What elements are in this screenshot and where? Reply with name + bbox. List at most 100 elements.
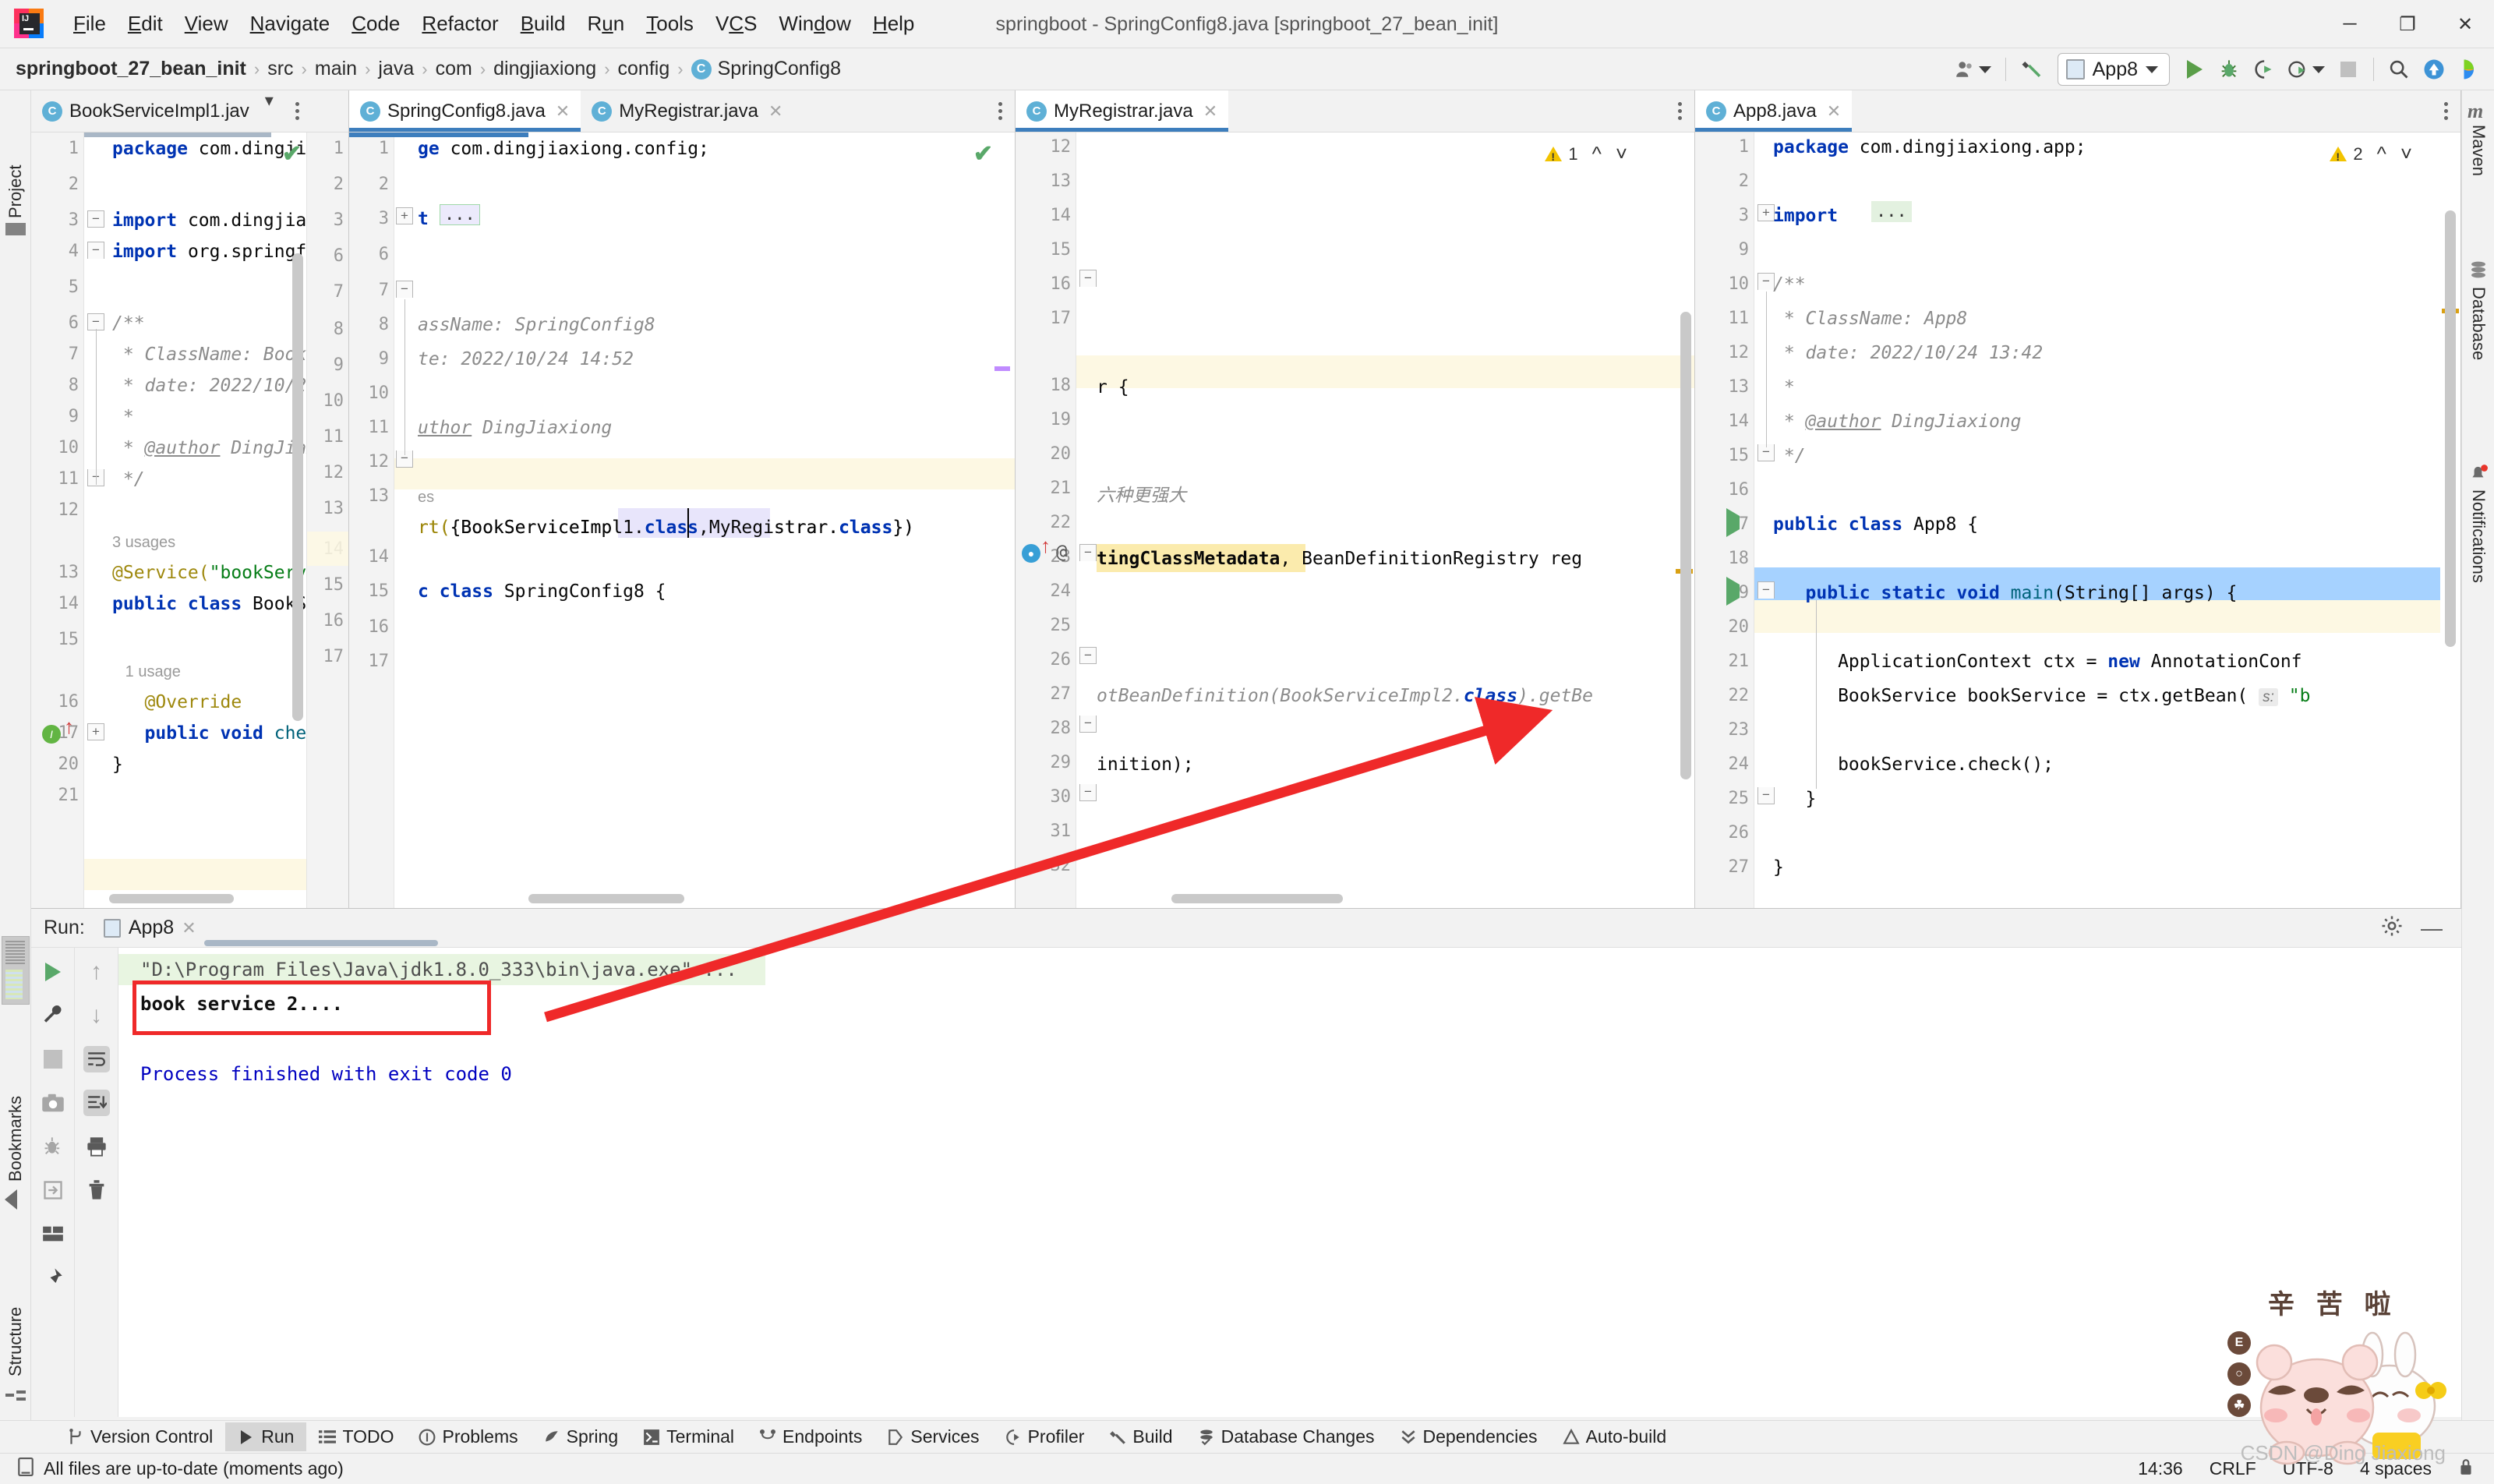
implementing-method-gutter-icon[interactable]: I (42, 725, 61, 744)
editor-scrollbar-horizontal[interactable] (109, 894, 234, 903)
fold-marker[interactable]: − (1079, 784, 1097, 801)
sidebar-item-bookmarks[interactable]: Bookmarks (0, 1026, 31, 1182)
prev-problem-icon[interactable]: ^ (2377, 142, 2386, 166)
fold-marker[interactable]: − (1079, 544, 1097, 561)
editor-scrollbar-vertical[interactable] (1680, 312, 1691, 779)
run-minimize-icon[interactable]: — (2421, 916, 2443, 941)
fold-marker[interactable]: + (396, 207, 413, 224)
chevron-down-icon[interactable]: ▾ (260, 90, 278, 132)
menu-file[interactable]: FFileile (62, 7, 117, 41)
sidebar-item-project[interactable]: Project (0, 101, 31, 218)
fold-marker[interactable]: − (87, 242, 104, 259)
code-editor-1[interactable]: 1 2 3 4 5 6 7 8 9 10 11 12 13 14 15 16 1 (31, 132, 348, 908)
breadcrumb-dingjiaxiong[interactable]: dingjiaxiong (493, 58, 596, 80)
next-problem-icon[interactable]: ˅ (1616, 142, 1627, 166)
editor-tab-myregistrar-active[interactable]: C MyRegistrar.java ✕ (1016, 90, 1229, 132)
breadcrumb-com[interactable]: com (436, 58, 472, 80)
editor-scrollbar-horizontal[interactable] (1171, 894, 1343, 903)
fold-marker[interactable]: − (87, 313, 104, 330)
editor-tab-bookserviceimpl1[interactable]: C BookServiceImpl1.jav (31, 90, 260, 132)
inspection-warning-widget[interactable]: 2 ^ ˅ (2330, 142, 2412, 166)
menu-vcs[interactable]: VCS (705, 7, 768, 41)
bottom-item-services[interactable]: Services (874, 1422, 991, 1451)
export-icon[interactable] (40, 1177, 66, 1203)
fold-marker[interactable]: − (396, 281, 413, 298)
menu-help[interactable]: Help (862, 7, 925, 41)
close-icon[interactable]: ✕ (1827, 101, 1841, 122)
menu-edit[interactable]: Edit (117, 7, 174, 41)
fold-marker[interactable]: + (1757, 204, 1775, 221)
run-tab-app8[interactable]: App8 ✕ (97, 913, 203, 942)
sidebar-item-structure[interactable]: Structure (0, 1236, 31, 1376)
menu-refactor[interactable]: Refactor (411, 7, 509, 41)
bottom-item-dependencies[interactable]: Dependencies (1387, 1422, 1550, 1451)
fold-marker[interactable]: − (1757, 787, 1775, 804)
code-editor-4[interactable]: 1 2 3 9 10 11 12 13 14 15 16 17 18 19 20… (1695, 132, 2460, 908)
fold-marker[interactable]: − (1079, 716, 1097, 733)
code-editor-2[interactable]: 1 2 3 6 7 8 9 10 11 12 13 14 15 16 17 + (349, 132, 1015, 908)
close-icon[interactable]: ✕ (182, 918, 196, 938)
run-settings-gear-icon[interactable] (2380, 914, 2404, 942)
fold-marker[interactable]: − (87, 210, 104, 228)
debug-disabled-icon[interactable] (40, 1133, 66, 1160)
menu-run[interactable]: Run (577, 7, 636, 41)
fold-marker[interactable]: − (1757, 273, 1775, 290)
inspection-warning-widget[interactable]: 1 ^ ˅ (1545, 142, 1627, 166)
editor-tab-options-button[interactable] (2432, 90, 2460, 132)
run-method-gutter-icon[interactable] (1726, 577, 1740, 606)
breadcrumb-java[interactable]: java (378, 58, 414, 80)
maximize-button[interactable]: ❐ (2379, 0, 2436, 48)
editor-tab-options-button[interactable] (986, 90, 1015, 132)
rerun-icon[interactable] (40, 959, 66, 985)
arrow-up-icon[interactable]: ↑ (83, 959, 110, 985)
bottom-item-build[interactable]: Build (1097, 1422, 1185, 1451)
bottom-item-profiler[interactable]: Profiler (992, 1422, 1097, 1451)
editor-tab-springconfig8[interactable]: C SpringConfig8.java ✕ (349, 90, 581, 132)
trash-icon[interactable] (83, 1177, 110, 1203)
camera-icon[interactable] (40, 1090, 66, 1116)
next-problem-icon[interactable]: ˅ (2400, 142, 2412, 166)
print-icon[interactable] (83, 1133, 110, 1160)
editor-scrollbar-vertical[interactable] (2445, 210, 2456, 647)
ide-features-icon[interactable] (2453, 52, 2486, 87)
close-icon[interactable]: ✕ (556, 101, 570, 122)
menu-tools[interactable]: Tools (635, 7, 705, 41)
breadcrumb-class[interactable]: C SpringConfig8 (691, 58, 841, 80)
run-class-gutter-icon[interactable] (1726, 508, 1740, 537)
bottom-item-todo[interactable]: TODO (306, 1422, 406, 1451)
prev-problem-icon[interactable]: ^ (1592, 142, 1602, 166)
bottom-item-run[interactable]: Run (225, 1422, 307, 1451)
scroll-to-end-icon[interactable] (83, 1090, 110, 1116)
minimize-button[interactable]: ─ (2321, 0, 2379, 48)
sidebar-item-notifications[interactable]: Notifications (2463, 489, 2494, 684)
code-editor-3[interactable]: 12 13 14 15 16 17 18 19 20 21 22 23 24 2… (1016, 132, 1694, 908)
menu-code[interactable]: Code (341, 7, 411, 41)
search-everywhere-icon[interactable] (2383, 52, 2415, 87)
bottom-item-version-control[interactable]: Version Control (55, 1422, 225, 1451)
close-icon[interactable]: ✕ (1203, 101, 1217, 122)
menu-navigate[interactable]: Navigate (239, 7, 341, 41)
breadcrumb-project[interactable]: springboot_27_bean_init (16, 58, 246, 80)
sidebar-item-database[interactable]: Database (2463, 287, 2494, 435)
editor-tab-options-button[interactable] (1666, 90, 1694, 132)
arrow-down-icon[interactable]: ↓ (83, 1002, 110, 1029)
bottom-item-spring[interactable]: Spring (531, 1422, 631, 1451)
stop-icon[interactable] (40, 1046, 66, 1072)
close-button[interactable]: ✕ (2436, 0, 2494, 48)
breadcrumb-config[interactable]: config (618, 58, 670, 80)
bottom-item-database-changes[interactable]: Database Changes (1185, 1422, 1387, 1451)
bottom-item-problems[interactable]: Problems (406, 1422, 530, 1451)
editor-tab-options-button[interactable] (283, 90, 312, 132)
debug-button[interactable] (2213, 52, 2245, 87)
stop-button[interactable] (2333, 52, 2364, 87)
menu-build[interactable]: Build (510, 7, 577, 41)
editor-tab-app8[interactable]: C App8.java ✕ (1695, 90, 1853, 132)
bottom-item-auto-build[interactable]: Auto-build (1550, 1422, 1680, 1451)
bottom-item-terminal[interactable]: Terminal (631, 1422, 747, 1451)
bottom-item-endpoints[interactable]: Endpoints (747, 1422, 874, 1451)
inspection-ok-icon[interactable]: ✔ (282, 140, 302, 168)
fold-marker[interactable]: − (1079, 647, 1097, 664)
user-account-icon[interactable] (1950, 52, 1996, 87)
build-hammer-icon[interactable] (2015, 52, 2048, 87)
breadcrumb-src[interactable]: src (267, 58, 293, 80)
